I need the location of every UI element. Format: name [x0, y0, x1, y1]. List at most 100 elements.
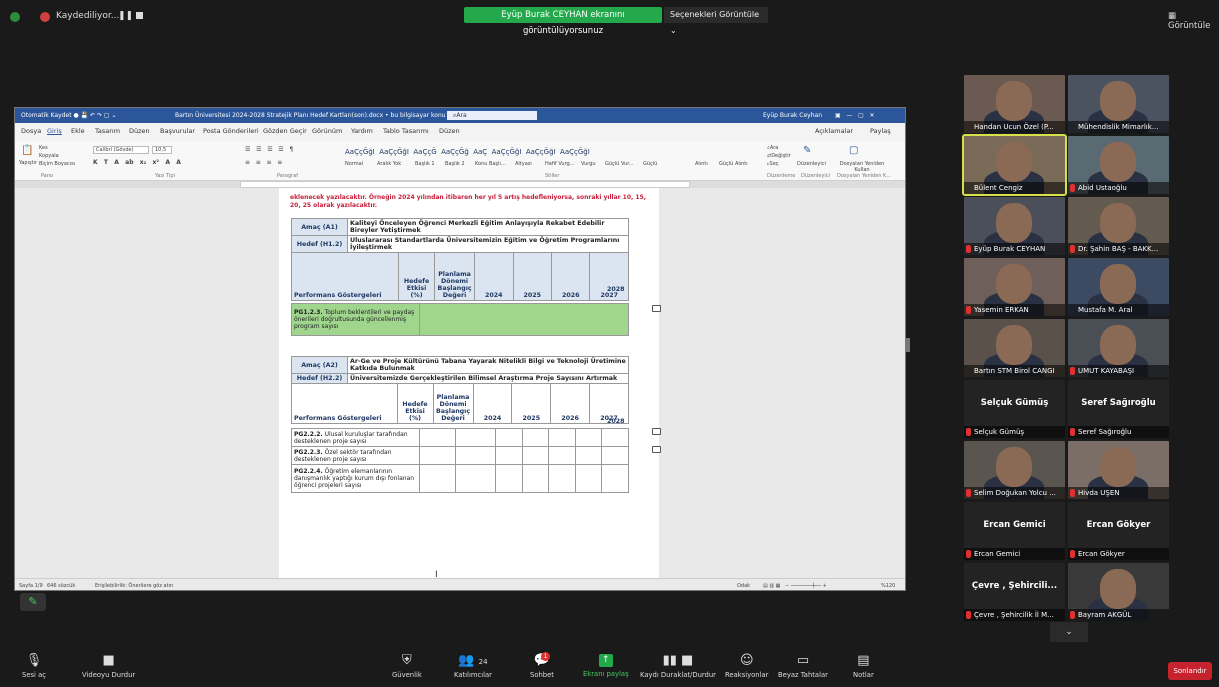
participant-tile[interactable]: Abid Ustaoğlu [1068, 136, 1169, 194]
value-cell[interactable] [495, 446, 523, 465]
tab-ekle[interactable]: Ekle [71, 127, 85, 135]
paragraph-buttons[interactable]: ☰ ☰ ☰ ☰ ¶ [245, 146, 293, 153]
value-cell[interactable] [521, 464, 550, 493]
value-cell[interactable] [601, 428, 629, 447]
end-meeting-button[interactable]: Sonlandır [1168, 662, 1212, 680]
participant-tile[interactable]: Bartın STM Birol CANGI [964, 319, 1065, 377]
window-controls[interactable]: ▣ — ▢ ✕ [835, 108, 875, 123]
stop-video-button[interactable]: ■ Videoyu Durdur [82, 654, 135, 680]
notes-button[interactable]: ▤ Notlar [853, 654, 874, 680]
tab-posta[interactable]: Posta Gönderileri [203, 127, 259, 135]
tab-yardim[interactable]: Yardım [351, 127, 373, 135]
pause-recording-button[interactable]: ❚❚ [118, 11, 133, 21]
style-normal[interactable]: Normal [345, 161, 363, 167]
value-cell[interactable] [548, 464, 576, 493]
copy-button[interactable]: Kopyala [39, 153, 59, 159]
participant-tile[interactable]: Mustafa M. Aral [1068, 258, 1169, 316]
tab-basvurular[interactable]: Başvurular [160, 127, 195, 135]
participant-tile[interactable]: Çevre , Şehircili... Çevre , Şehircilik İ… [964, 563, 1065, 621]
participant-tile[interactable]: Bülent Cengiz [962, 134, 1067, 196]
style-heading1[interactable]: Başlık 1 [415, 161, 435, 167]
value-cell[interactable] [419, 464, 456, 493]
tab-tablo-duzen[interactable]: Düzen [439, 127, 460, 135]
style-title[interactable]: Konu Başlı... [475, 161, 506, 167]
value-cell[interactable] [574, 446, 603, 465]
view-button[interactable]: ▦ Görüntüle [1168, 11, 1219, 31]
table-row[interactable]: PG2.2.4. Öğretim elemanlarının danışmanl… [291, 464, 629, 493]
zoom-level[interactable]: %120 [881, 583, 895, 589]
style-intense-emphasis[interactable]: Güçlü Vur... [605, 161, 634, 167]
participant-tile[interactable]: Seref Sağıroğlu Seref Sağıroğlu [1068, 380, 1169, 438]
value-cell[interactable] [548, 428, 576, 447]
tab-gozden-gecir[interactable]: Gözden Geçir [263, 127, 307, 135]
editor-button[interactable]: Düzenleyici [797, 161, 826, 167]
participants-button[interactable]: 👥 24 Katılımcılar [454, 654, 492, 680]
paste-button[interactable]: Yapıştır [19, 160, 37, 166]
font-name-select[interactable]: Calibri (Gövde) [93, 146, 149, 154]
value-cell[interactable] [455, 464, 496, 493]
tab-tasarim[interactable]: Tasarım [95, 127, 120, 135]
value-cell[interactable] [419, 428, 456, 447]
tab-duzen[interactable]: Düzen [129, 127, 150, 135]
style-quote[interactable]: Alıntı [695, 161, 708, 167]
participant-tile[interactable]: Hivda UŞEN [1068, 441, 1169, 499]
value-cell[interactable] [455, 446, 496, 465]
participant-tile[interactable]: Eyüp Burak CEYHAN [964, 197, 1065, 255]
reactions-button[interactable]: ☺ Reaksiyonlar [725, 654, 768, 680]
word-search-box[interactable]: ⌕ Ara [447, 111, 537, 120]
format-painter-button[interactable]: Biçim Boyacısı [39, 161, 75, 167]
comment-icon[interactable] [652, 305, 661, 312]
participant-tile[interactable]: Ercan Gökyer Ercan Gökyer [1068, 502, 1169, 560]
participant-tile[interactable]: Ercan Gemici Ercan Gemici [964, 502, 1065, 560]
table-row[interactable]: PG1.2.3. Toplum beklentileri ve paydaş ö… [291, 303, 629, 336]
style-subtle-emphasis[interactable]: Hafif Vurg... [545, 161, 574, 167]
tab-gorunum[interactable]: Görünüm [312, 127, 342, 135]
value-cell[interactable] [521, 446, 550, 465]
table-row[interactable]: PG2.2.3. Özel sektör tarafından destekle… [291, 446, 629, 465]
styles-gallery[interactable]: AaÇçĞğI AaÇçĞğI AaÇçĞ AaÇçĞğ AaÇ AaÇçĞğI… [345, 148, 590, 156]
share-doc-button[interactable]: Paylaş [870, 127, 891, 135]
participant-tile[interactable]: Bayram AKGÜL [1068, 563, 1169, 621]
participant-tile[interactable]: UMUT KAYABAŞI [1068, 319, 1169, 377]
style-subtitle[interactable]: Altyazı [515, 161, 532, 167]
value-cell[interactable] [548, 446, 576, 465]
alignment-buttons[interactable]: ≡ ≡ ≡ ≡ [245, 159, 282, 166]
participant-tile[interactable]: Yasemin ERKAN [964, 258, 1065, 316]
comment-icon[interactable] [652, 446, 661, 453]
tab-dosya[interactable]: Dosya [21, 127, 41, 135]
replace-button[interactable]: ⇄ Değiştir [767, 153, 791, 159]
reuse-files-button[interactable]: Dosyaları Yeniden Kullan [837, 161, 887, 173]
annotate-pencil-icon[interactable]: ✎ [20, 593, 46, 611]
security-button[interactable]: ⛨ Güvenlik [392, 654, 422, 680]
value-cell[interactable] [601, 446, 629, 465]
autosave-toggle[interactable]: Otomatik Kaydet ● 💾 ↶ ↷ ▢ ⌄ [21, 108, 116, 123]
view-options-dropdown[interactable]: Seçenekleri Görüntüle ⌄ [664, 7, 768, 35]
tab-tablo-tasarimi[interactable]: Tablo Tasarımı [383, 127, 429, 135]
table-row[interactable]: PG2.2.2. Ulusal kuruluşlar tarafından de… [291, 428, 629, 447]
panel-resize-handle[interactable] [906, 338, 910, 352]
value-cell[interactable] [521, 428, 550, 447]
comments-button[interactable]: Açıklamalar [815, 127, 853, 135]
whiteboard-button[interactable]: ▭ Beyaz Tahtalar [778, 654, 828, 680]
participant-tile[interactable]: Selim Doğukan Yolcu ... [964, 441, 1065, 499]
font-format-buttons[interactable]: K T A ab x₂ x² A A [93, 159, 181, 166]
participant-tile[interactable]: Dr. Şahin BAŞ - BAKK... [1068, 197, 1169, 255]
style-intense-quote[interactable]: Güçlü Alıntı [719, 161, 748, 167]
unmute-button[interactable]: 🎙 Sesi aç [22, 654, 46, 680]
chevron-down-icon[interactable]: ⌄ [1050, 622, 1088, 642]
stop-recording-button[interactable] [136, 12, 143, 19]
comment-icon[interactable] [652, 428, 661, 435]
participant-tile[interactable]: Selçuk Gümüş Selçuk Gümüş [964, 380, 1065, 438]
value-cell[interactable] [419, 446, 456, 465]
style-emphasis[interactable]: Vurgu [581, 161, 596, 167]
value-cell[interactable] [574, 464, 603, 493]
value-cell[interactable] [455, 428, 496, 447]
accessibility-status[interactable]: Erişilebilirlik: Önerilere göz atın [95, 583, 173, 589]
find-button[interactable]: ⌕ Ara [767, 145, 778, 151]
horizontal-ruler[interactable] [240, 181, 690, 188]
word-count[interactable]: 646 sözcük [47, 583, 75, 589]
value-cell[interactable] [495, 428, 523, 447]
value-cell[interactable] [495, 464, 523, 493]
value-cell[interactable] [601, 464, 629, 493]
style-no-spacing[interactable]: Aralık Yok [377, 161, 401, 167]
